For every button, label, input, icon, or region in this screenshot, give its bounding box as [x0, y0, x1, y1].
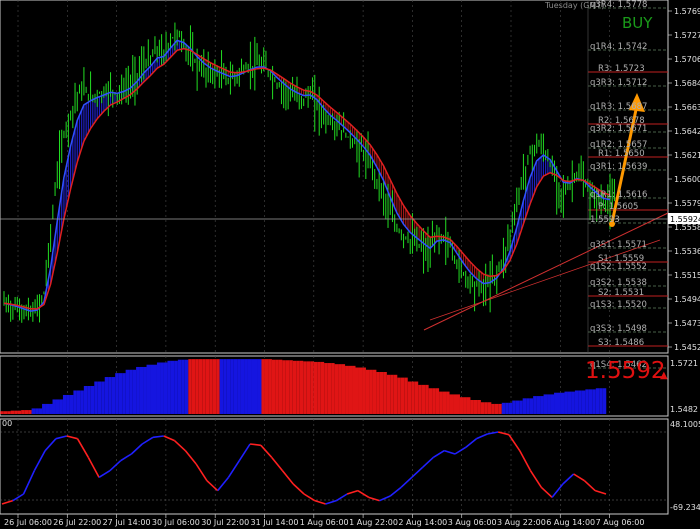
osc-axis-top: 48.1005	[670, 420, 700, 429]
time-tick-label: 27 Jul 14:00	[103, 518, 151, 527]
pivot-level-label: q3S1: 1.5571	[590, 240, 647, 250]
hist-axis-top: 1.5721	[670, 359, 698, 368]
osc-axis-bottom: -69.2342	[670, 503, 700, 512]
time-tick-label: 26 Jul 06:00	[4, 518, 52, 527]
current-price-tag-label: 1.55924	[670, 215, 700, 224]
pivot-level-label: R1: 1.5650	[598, 149, 645, 159]
pivot-level-label: q3R3: 1.5712	[590, 78, 647, 88]
price-arrow-icon: ▲	[660, 370, 668, 381]
price-tick-label: 1.56000	[674, 175, 700, 184]
price-tick-label: 1.56210	[674, 151, 700, 160]
price-tick-label: 1.55790	[674, 199, 700, 208]
pivot-level-label: q3R4: 1.5778	[590, 0, 647, 10]
price-tick-label: 1.54730	[674, 319, 700, 328]
time-tick-label: 30 Jul 22:00	[201, 518, 249, 527]
pivot-level-label: q3S2: 1.5538	[590, 278, 647, 288]
price-tick-label: 1.56425	[674, 127, 700, 136]
time-tick-label: 3 Aug 06:00	[448, 518, 497, 527]
time-tick-label: 31 Jul 14:00	[251, 518, 299, 527]
pivot-level-label: q1S2: 1.5552	[590, 262, 647, 272]
pivot-level-label: q3S3: 1.5498	[590, 324, 647, 334]
pivot-level-label: q1R4: 1.5742	[590, 42, 647, 52]
pivot-level-label: S2: 1.5531	[598, 288, 644, 298]
current-price-display: 1.5592	[585, 358, 665, 384]
pivot-level-label: R3: 1.5723	[598, 64, 645, 74]
pivot-level-label: 1.5593	[590, 215, 620, 225]
price-tick-label: 1.54520	[674, 343, 700, 352]
price-axis: 1.57695 1.57270 1.57060 1.56845 1.56635 1.564…	[668, 7, 700, 352]
pivot-level-label: q3R2: 1.5671	[590, 124, 647, 134]
price-tick-label: 1.55580	[674, 223, 700, 232]
time-tick-label: 6 Aug 14:00	[546, 518, 595, 527]
price-tick-label: 1.57270	[674, 31, 700, 40]
time-tick-label: 26 Jul 22:00	[53, 518, 101, 527]
price-tick-label: 1.57060	[674, 55, 700, 64]
time-tick-label: 30 Jul 06:00	[152, 518, 200, 527]
price-tick-label: 1.55155	[674, 271, 700, 280]
osc-left-cut: 00	[2, 419, 12, 428]
pivot-level-label: q1R3: 1.5687	[590, 102, 647, 112]
hist-axis-bottom: 1.5482	[670, 405, 698, 414]
time-tick-label: 1 Aug 22:00	[349, 518, 398, 527]
trading-chart[interactable]: Tuesday (GMT) BUY q3R4: 1.5778q1R4: 1.57…	[0, 0, 700, 529]
price-tick-label: 1.56845	[674, 79, 700, 88]
time-tick-label: 3 Aug 22:00	[497, 518, 546, 527]
pivot-level-label: q1S3: 1.5520	[590, 300, 647, 310]
buy-signal-label: BUY	[622, 14, 653, 32]
time-tick-label: 1 Aug 06:00	[300, 518, 349, 527]
pivot-level-label: P: 1.5605	[598, 202, 638, 212]
pivot-level-label: q3R1: 1.5639	[590, 162, 647, 172]
pivot-level-label: S3: 1.5486	[598, 338, 644, 348]
price-tick-label: 1.56635	[674, 103, 700, 112]
price-tick-label: 1.55365	[674, 247, 700, 256]
pivot-level-label: q1R1: 1.5616	[590, 190, 647, 200]
time-axis: 26 Jul 06:00 26 Jul 22:00 27 Jul 14:00 30 J…	[4, 514, 644, 527]
time-tick-label: 7 Aug 06:00	[596, 518, 645, 527]
time-tick-label: 2 Aug 14:00	[398, 518, 447, 527]
price-tick-label: 1.57695	[674, 7, 700, 16]
price-tick-label: 1.54940	[674, 295, 700, 304]
